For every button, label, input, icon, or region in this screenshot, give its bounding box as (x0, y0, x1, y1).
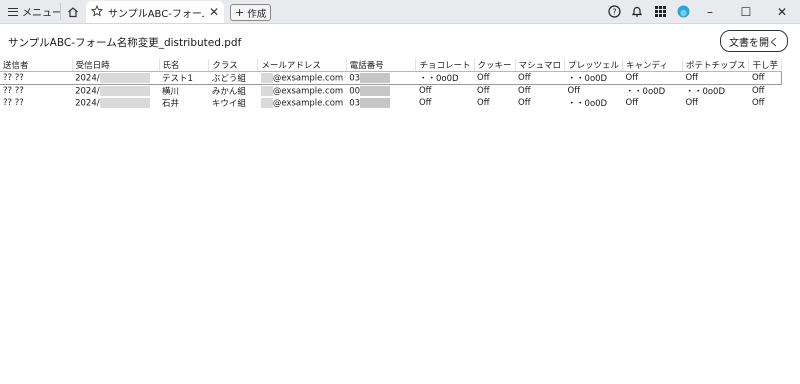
cell-pretzel: ・・0o0D (567, 99, 608, 109)
cell-phone: 03 (346, 97, 416, 109)
close-icon[interactable]: ✕ (209, 5, 219, 19)
apps-grid-icon[interactable] (653, 5, 667, 19)
column-header[interactable]: ポテトチップス (682, 59, 750, 72)
column-header[interactable]: 干し芋 (748, 59, 782, 72)
cell-choco: Off (418, 98, 432, 108)
cell-email: @exsample.com (258, 85, 346, 98)
home-icon[interactable] (64, 3, 82, 20)
tab-title: サンプルABC-フォーム... (108, 8, 204, 20)
document-filename: サンプルABC-フォーム名称変更_distributed.pdf (8, 37, 242, 49)
cell-candy: Off (622, 71, 683, 85)
create-button[interactable]: + 作成 (230, 4, 272, 21)
cell-choco: ・・0o0D (415, 71, 474, 85)
column-header[interactable]: プレッツェル (564, 59, 624, 72)
maximize-icon[interactable]: ☐ (728, 0, 764, 23)
cell-name: テスト1 (159, 71, 209, 85)
cell-email: @exsample.com (257, 71, 347, 85)
menu-button[interactable]: メニュー (4, 3, 66, 20)
cell-imo: Off (751, 86, 765, 96)
avatar[interactable] (676, 5, 690, 19)
cell-class: ぶどう組 (208, 71, 258, 85)
plus-icon: + (235, 6, 245, 19)
cell-marshmallow: Off (518, 98, 531, 108)
cell-marshmallow: Off (515, 71, 565, 85)
cell-name: 石井 (162, 99, 180, 109)
cell-class: キウイ組 (211, 99, 246, 109)
column-header[interactable]: クラス (208, 59, 259, 72)
table-header-row: 送信者 受信日時 氏名 クラス メールアドレス 電話番号 チョコレート クッキー… (0, 59, 782, 72)
cell-class: みかん組 (211, 87, 246, 97)
cell-sender: ?? ?? (0, 71, 73, 85)
cell-chips: ・・0o0D (685, 87, 725, 97)
menu-label: メニュー (22, 8, 62, 19)
cell-marshmallow: Off (518, 86, 531, 96)
cell-email: @exsample.com (258, 97, 346, 109)
tab-document[interactable]: サンプルABC-フォーム... ✕ (86, 1, 224, 23)
column-header[interactable]: キャンディ (622, 59, 683, 72)
cell-received: 2024/ (72, 71, 160, 85)
results-table: 送信者 受信日時 氏名 クラス メールアドレス 電話番号 チョコレート クッキー… (0, 59, 782, 109)
cell-cookie: Off (474, 71, 516, 85)
cell-received: 2024/ (72, 85, 159, 98)
bell-icon[interactable] (630, 5, 644, 19)
column-header[interactable]: 電話番号 (346, 59, 417, 72)
app-window: メニュー サンプルABC-フォーム... ✕ + 作成 ? (0, 0, 800, 384)
cell-imo: Off (748, 71, 782, 85)
column-header[interactable]: マシュマロ (515, 59, 566, 72)
column-header[interactable]: 送信者 (0, 59, 73, 72)
cell-received: 2024/ (72, 97, 159, 109)
help-icon[interactable]: ? (607, 5, 621, 19)
column-header[interactable]: クッキー (474, 59, 516, 72)
minimize-icon[interactable]: – (692, 0, 728, 23)
cell-chips: Off (685, 98, 698, 108)
divider (60, 3, 61, 20)
tab-bar: メニュー サンプルABC-フォーム... ✕ + 作成 ? (0, 0, 800, 24)
cell-candy: ・・0o0D (625, 87, 666, 97)
create-label: 作成 (247, 8, 267, 20)
cell-sender: ?? ?? (3, 86, 24, 96)
svg-text:?: ? (612, 7, 616, 16)
cell-pretzel: ・・0o0D (564, 71, 623, 85)
cell-phone: 03 (346, 71, 416, 85)
cell-sender: ?? ?? (3, 98, 24, 108)
cell-imo: Off (751, 98, 765, 108)
table-row[interactable]: ?? ?? 2024/ テスト1 ぶどう組 @exsample.com 03 ・… (0, 71, 782, 85)
column-header[interactable]: 受信日時 (72, 59, 160, 72)
cell-candy: Off (625, 98, 639, 108)
cell-pretzel: Off (567, 86, 581, 96)
cell-chips: Off (682, 71, 749, 85)
column-header[interactable]: 氏名 (159, 59, 210, 72)
column-header[interactable]: チョコレート (415, 59, 475, 72)
cell-cookie: Off (477, 98, 490, 108)
close-window-icon[interactable]: ✕ (764, 0, 800, 23)
hamburger-icon (8, 7, 18, 16)
star-icon[interactable] (90, 4, 104, 20)
table-row[interactable]: ?? ?? 2024/ 横川 みかん組 @exsample.com 00 Off… (0, 85, 782, 98)
open-document-button[interactable]: 文書を開く (720, 30, 788, 52)
cell-phone: 00 (346, 85, 416, 98)
table-row[interactable]: ?? ?? 2024/ 石井 キウイ組 @exsample.com 03 Off… (0, 97, 782, 109)
cell-choco: Off (418, 86, 432, 96)
cell-name: 横川 (162, 87, 180, 97)
cell-cookie: Off (477, 86, 490, 96)
column-header[interactable]: メールアドレス (257, 59, 347, 72)
